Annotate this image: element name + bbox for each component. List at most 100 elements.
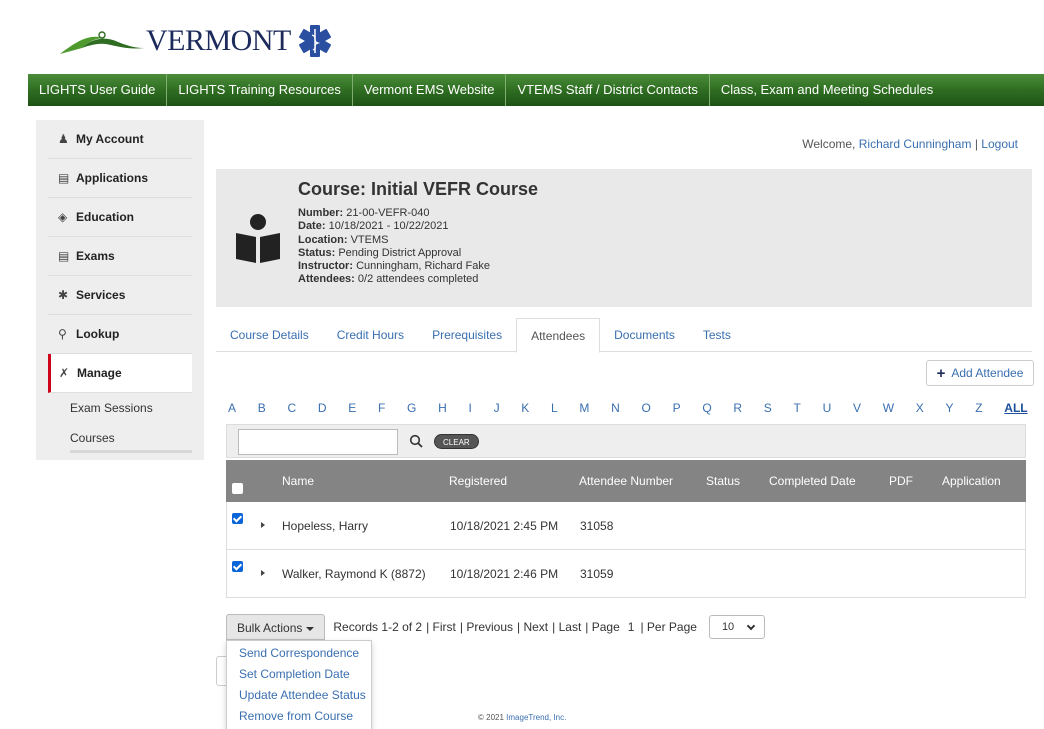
letter-filter-x[interactable]: X: [916, 401, 924, 415]
letter-filter-i[interactable]: I: [469, 401, 472, 415]
registered-date: 10/18/2021 2:45 PM: [450, 519, 559, 533]
sidebar-subitem-exam-sessions[interactable]: Exam Sessions: [70, 393, 204, 423]
letter-filter-w[interactable]: W: [883, 401, 894, 415]
letter-filter-d[interactable]: D: [318, 401, 327, 415]
person-icon: ♟: [58, 132, 69, 146]
nav-lights-user-guide[interactable]: LIGHTS User Guide: [28, 74, 168, 106]
nav-vermont-ems-website[interactable]: Vermont EMS Website: [353, 74, 507, 106]
column-header-pdf[interactable]: PDF: [889, 474, 913, 488]
tab-prerequisites[interactable]: Prerequisites: [418, 318, 516, 352]
search-icon[interactable]: [409, 434, 423, 448]
letter-filter-k[interactable]: K: [521, 401, 529, 415]
tab-attendees[interactable]: Attendees: [516, 318, 601, 353]
add-attendee-label: Add Attendee: [951, 366, 1024, 380]
records-count: Records 1-2 of 2: [333, 620, 423, 634]
bulk-actions-menu: Send Correspondence Set Completion Date …: [226, 640, 372, 729]
registered-date: 10/18/2021 2:46 PM: [450, 567, 559, 581]
letter-filter-q[interactable]: Q: [702, 401, 711, 415]
previous-page-link[interactable]: | Previous: [460, 620, 513, 634]
company-name[interactable]: ImageTrend, Inc.: [506, 713, 566, 722]
menu-item-send-correspondence[interactable]: Send Correspondence: [227, 643, 371, 664]
tab-course-details[interactable]: Course Details: [216, 318, 323, 352]
sidebar-item-label: Applications: [76, 171, 149, 185]
expand-caret-icon[interactable]: [261, 522, 265, 528]
nav-vtems-staff-contacts[interactable]: VTEMS Staff / District Contacts: [506, 74, 710, 106]
bulk-actions-label: Bulk Actions: [237, 621, 303, 635]
bulk-actions-button[interactable]: Bulk Actions: [226, 614, 326, 640]
attendee-name[interactable]: Hopeless, Harry: [282, 519, 368, 533]
letter-filter-b[interactable]: B: [258, 401, 266, 415]
vermont-logo[interactable]: VERMONT: [58, 18, 333, 64]
letter-filter-m[interactable]: M: [579, 401, 589, 415]
mountain-logo-icon: [60, 31, 144, 54]
letter-filter-n[interactable]: N: [611, 401, 620, 415]
menu-item-update-attendee-status[interactable]: Update Attendee Status: [227, 685, 371, 706]
nav-class-exam-schedules[interactable]: Class, Exam and Meeting Schedules: [710, 74, 944, 106]
nav-lights-training-resources[interactable]: LIGHTS Training Resources: [167, 74, 353, 106]
tab-credit-hours[interactable]: Credit Hours: [323, 318, 418, 352]
next-page-link[interactable]: | Next: [517, 620, 548, 634]
select-all-checkbox[interactable]: [232, 483, 243, 494]
sidebar-item-label: My Account: [76, 132, 144, 146]
letter-filter-o[interactable]: O: [642, 401, 651, 415]
letter-filter-p[interactable]: P: [673, 401, 681, 415]
table-row[interactable]: Hopeless, Harry 10/18/2021 2:45 PM 31058: [226, 502, 1026, 550]
sidebar-item-services[interactable]: ✱ Services: [48, 276, 192, 315]
table-row[interactable]: Walker, Raymond K (8872) 10/18/2021 2:46…: [226, 550, 1026, 598]
clear-button[interactable]: CLEAR: [434, 434, 479, 449]
column-header-registered[interactable]: Registered: [449, 474, 507, 488]
letter-filter-h[interactable]: H: [438, 401, 447, 415]
letter-filter-e[interactable]: E: [348, 401, 356, 415]
sidebar-item-label: Manage: [77, 366, 122, 380]
search-input[interactable]: [238, 429, 398, 455]
row-checkbox[interactable]: [232, 513, 243, 524]
tab-documents[interactable]: Documents: [600, 318, 689, 352]
tab-tests[interactable]: Tests: [689, 318, 745, 352]
expand-caret-icon[interactable]: [261, 570, 265, 576]
sidebar-item-lookup[interactable]: ⚲ Lookup: [48, 315, 192, 354]
add-attendee-button[interactable]: + Add Attendee: [926, 360, 1034, 386]
sidebar-subitem-courses[interactable]: Courses: [70, 423, 192, 453]
letter-filter-c[interactable]: C: [287, 401, 296, 415]
form-icon: ▤: [58, 171, 70, 185]
field-value: 21-00-VEFR-040: [346, 207, 430, 219]
sidebar-item-exams[interactable]: ▤ Exams: [48, 237, 192, 276]
field-value: VTEMS: [350, 233, 389, 246]
logout-link[interactable]: Logout: [981, 137, 1018, 151]
letter-filter-t[interactable]: T: [794, 401, 801, 415]
sidebar-item-my-account[interactable]: ♟ My Account: [48, 120, 192, 159]
menu-item-set-completion-date[interactable]: Set Completion Date: [227, 664, 371, 685]
sidebar-item-education[interactable]: ◈ Education: [48, 198, 192, 237]
sidebar-item-manage[interactable]: ✗ Manage: [48, 354, 192, 393]
letter-filter-y[interactable]: Y: [945, 401, 953, 415]
letter-filter-j[interactable]: J: [494, 401, 500, 415]
field-value: 0/2 attendees completed: [357, 273, 479, 286]
page-label: | Page: [585, 620, 620, 634]
letter-filter-a[interactable]: A: [228, 401, 236, 415]
column-header-attendee-number[interactable]: Attendee Number: [579, 474, 673, 488]
column-header-completed-date[interactable]: Completed Date: [769, 474, 856, 488]
letter-filter-l[interactable]: L: [551, 401, 558, 415]
current-page: 1: [627, 620, 635, 634]
letter-filter-v[interactable]: V: [853, 401, 861, 415]
column-header-status[interactable]: Status: [706, 474, 740, 488]
row-checkbox[interactable]: [232, 561, 243, 572]
asterisk-icon: ✱: [58, 288, 69, 302]
sidebar-item-applications[interactable]: ▤ Applications: [48, 159, 192, 198]
letter-filter-r[interactable]: R: [733, 401, 742, 415]
column-header-application[interactable]: Application: [942, 474, 1001, 488]
per-page-select[interactable]: 10: [708, 615, 765, 639]
menu-item-remove-from-course[interactable]: Remove from Course: [227, 706, 371, 727]
letter-filter-z[interactable]: Z: [975, 401, 982, 415]
column-header-name[interactable]: Name: [282, 474, 314, 488]
letter-filter: A B C D E F G H I J K L M N O P Q R S T U V W X Y Z ALL: [228, 401, 1028, 415]
user-name-link[interactable]: Richard Cunningham: [859, 137, 972, 151]
letter-filter-s[interactable]: S: [764, 401, 772, 415]
letter-filter-f[interactable]: F: [378, 401, 385, 415]
letter-filter-u[interactable]: U: [823, 401, 832, 415]
letter-filter-all[interactable]: ALL: [1004, 401, 1027, 415]
last-page-link[interactable]: | Last: [552, 620, 581, 634]
letter-filter-g[interactable]: G: [407, 401, 416, 415]
attendee-name[interactable]: Walker, Raymond K (8872): [282, 567, 426, 581]
first-page-link[interactable]: | First: [426, 620, 456, 634]
